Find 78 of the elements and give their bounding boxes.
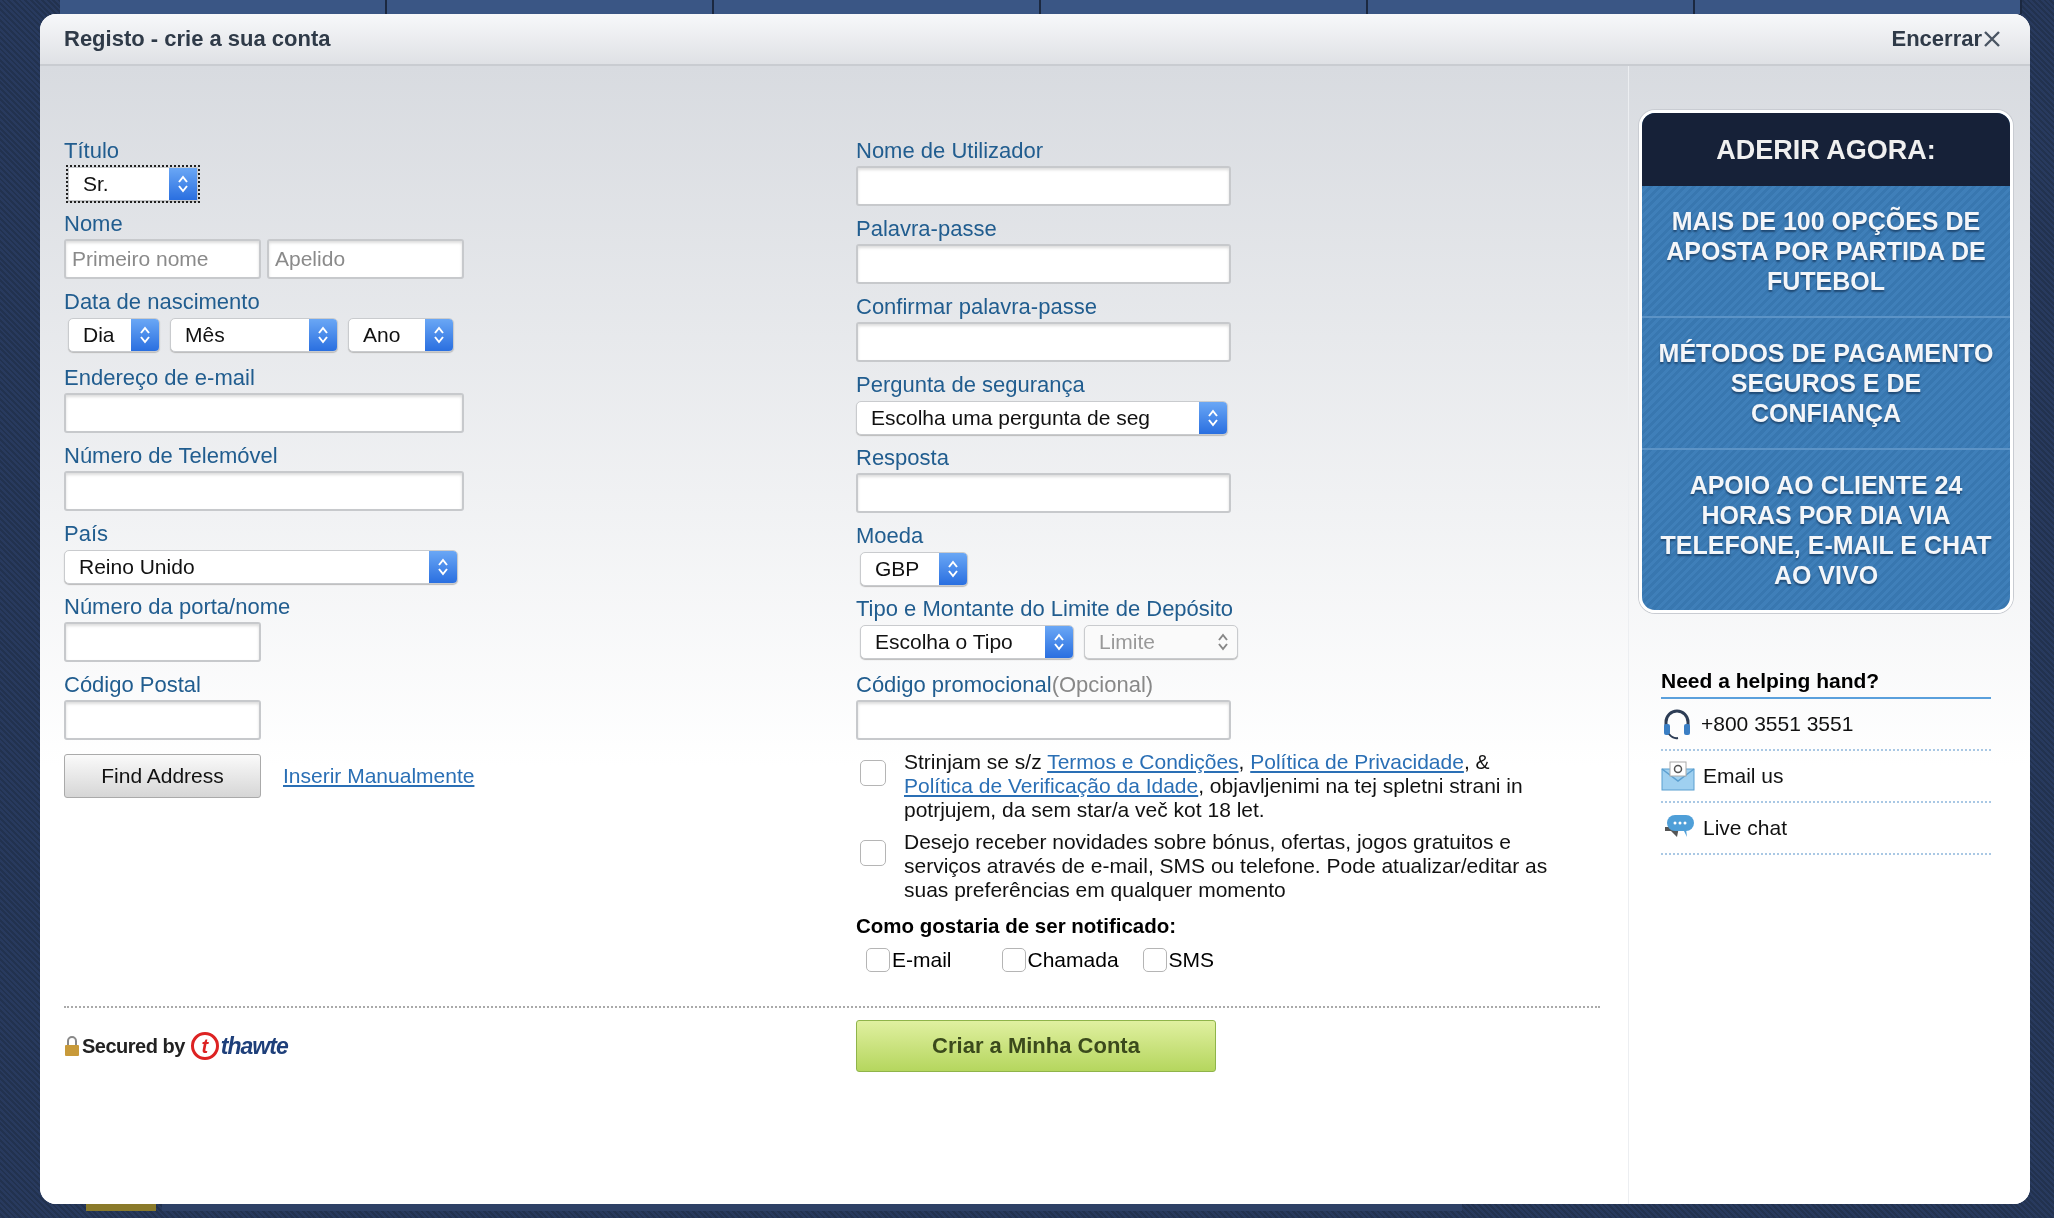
benefit-text: MAIS DE 100 OPÇÕES DE APOSTA POR PARTIDA DE FUTEBOL: [1665, 205, 1987, 297]
submit-button[interactable]: Criar a Minha Conta: [856, 1020, 1216, 1072]
select-field[interactable]: Escolha o Tipo: [860, 625, 1074, 659]
envelope-icon: [1661, 761, 1695, 791]
policy-link[interactable]: Política de Verificação da Idade: [904, 774, 1199, 797]
input-field[interactable]: [856, 166, 1231, 206]
field-label: País: [64, 521, 110, 547]
input-field[interactable]: [64, 700, 261, 740]
help-link[interactable]: Live chat: [1703, 816, 1788, 840]
select-field[interactable]: Dia: [68, 318, 160, 352]
benefit-text: MÉTODOS DE PAGAMENTO SEGUROS E DE CONFIANÇA: [1642, 316, 2010, 448]
consent-text: Strinjam se s/z Termos e Condições, Política de Privacidade, & Política de Verificação da Idade, objavljenimi na tej spletni strani in potrjujem, da sem star/a več kot 18 let.: [904, 750, 1524, 822]
option-label: SMS: [1168, 948, 1215, 972]
close-button[interactable]: Encerrar: [1891, 26, 2002, 52]
input-field[interactable]: [856, 322, 1231, 362]
stepper-icon: [1217, 632, 1229, 652]
field-label: Número de Telemóvel: [64, 443, 279, 469]
help-heading: Need a helping hand?: [1661, 669, 1991, 699]
logo-mark: t: [190, 1032, 219, 1060]
checkbox[interactable]: [860, 840, 886, 866]
benefit-text: APOIO AO CLIENTE 24 HORAS POR DIA VIA TELEFONE, E-MAIL E CHAT AO VIVO: [1642, 448, 2010, 610]
stepper-icon: [433, 325, 445, 345]
stepper-icon: [947, 559, 959, 579]
find-address-button[interactable]: Find Address: [64, 754, 261, 798]
input-field[interactable]: [64, 393, 464, 433]
field-label: Número da porta/nome: [64, 594, 292, 620]
stepper-icon: [177, 174, 189, 194]
select-field[interactable]: GBP: [860, 552, 968, 586]
stepper-icon: [1207, 408, 1219, 428]
promo-heading: ADERIR AGORA:: [1642, 113, 2010, 186]
input-field[interactable]: [856, 244, 1231, 284]
input-field[interactable]: Apelido: [267, 239, 464, 279]
field-label: Moeda: [856, 523, 925, 549]
input-field[interactable]: [64, 471, 464, 511]
option-label: Chamada: [1027, 948, 1119, 972]
stepper-icon: [437, 557, 449, 577]
secured-text: Secured by: [82, 1034, 185, 1058]
input-field[interactable]: [64, 622, 261, 662]
field-label: Nome: [64, 211, 124, 237]
stepper-icon: [317, 325, 329, 345]
field-label: Endereço de e-mail: [64, 365, 256, 391]
field-label: Pergunta de segurança: [856, 372, 1086, 398]
field-label: Resposta: [856, 445, 950, 471]
checkbox[interactable]: [866, 948, 890, 972]
select-field[interactable]: Sr.: [68, 167, 198, 201]
help-link[interactable]: Email us: [1703, 764, 1784, 788]
help-link[interactable]: +800 3551 3551: [1701, 712, 1854, 736]
headset-icon: [1661, 708, 1693, 740]
input-field[interactable]: [856, 473, 1231, 513]
notify-heading: Como gostaria de ser notificado:: [856, 914, 1178, 938]
field-label: Palavra-passe: [856, 216, 998, 242]
checkbox[interactable]: [1001, 948, 1026, 972]
field-label: Código promocional(Opcional): [856, 672, 1155, 698]
brand-logo: thawte: [220, 1032, 288, 1060]
consent-text: Desejo receber novidades sobre bónus, ofertas, jogos gratuitos e serviços através de e-mail, SMS ou telefone. Pode atualizar/editar as suas preferências em qualquer momento: [904, 830, 1549, 902]
stepper-icon: [1053, 632, 1065, 652]
select-field[interactable]: Ano: [348, 318, 454, 352]
stepper-icon: [139, 325, 151, 345]
checkbox[interactable]: [1142, 948, 1167, 972]
field-label: Data de nascimento: [64, 289, 261, 315]
field-label: Código Postal: [64, 672, 202, 698]
select-field[interactable]: Reino Unido: [64, 550, 458, 584]
option-label: E-mail: [892, 948, 952, 972]
lock-icon: [64, 1035, 80, 1057]
input-field[interactable]: Primeiro nome: [64, 239, 261, 279]
field-label: Tipo e Montante do Limite de Depósito: [856, 596, 1235, 622]
field-label: Título: [64, 138, 121, 164]
policy-link[interactable]: Termos e Condições: [1047, 750, 1239, 773]
checkbox[interactable]: [860, 760, 886, 786]
policy-link[interactable]: Política de Privacidade: [1250, 750, 1464, 773]
dialog-title: Registo - crie a sua conta: [64, 26, 331, 52]
field-label: Nome de Utilizador: [856, 138, 1045, 164]
close-icon: [1982, 29, 2002, 49]
manual-link[interactable]: Inserir Manualmente: [283, 764, 475, 788]
select-field[interactable]: Escolha uma pergunta de seg: [856, 401, 1228, 435]
field-label: Confirmar palavra-passe: [856, 294, 1098, 320]
input-field[interactable]: [856, 700, 1231, 740]
select-field[interactable]: Mês: [170, 318, 338, 352]
